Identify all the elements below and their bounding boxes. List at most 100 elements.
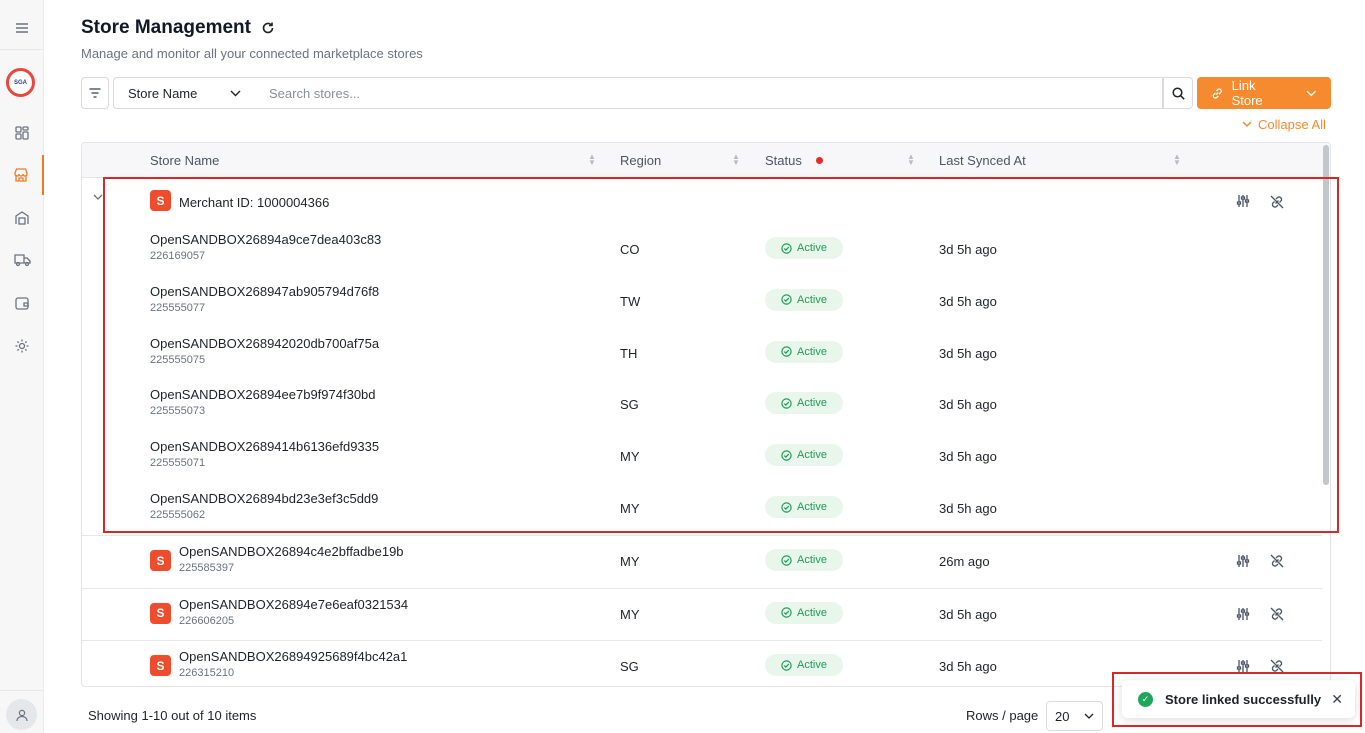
column-header-region[interactable]: Region <box>620 143 661 178</box>
sidebar-divider <box>0 690 44 691</box>
refresh-icon[interactable] <box>261 21 275 35</box>
check-circle-icon: ✓ <box>1138 691 1153 707</box>
store-name: OpenSANDBOX26894a9ce7dea403c83 <box>150 232 382 247</box>
table-row[interactable]: OpenSANDBOX26894ee7b9f974f30bd 225555073 S… <box>82 379 1322 431</box>
store-id: 226315210 <box>179 667 235 679</box>
last-synced: 3d 5h ago <box>939 293 997 309</box>
chevron-down-icon <box>230 90 241 96</box>
settings-sliders-icon[interactable] <box>1236 607 1250 621</box>
store-name: OpenSANDBOX26894e7e6eaf0321534 <box>179 596 409 612</box>
shopee-icon: S <box>150 602 171 624</box>
chevron-down-icon <box>1084 713 1094 719</box>
store-region: TW <box>620 293 641 309</box>
column-header-status[interactable]: Status <box>765 143 823 178</box>
column-header-store-name[interactable]: Store Name <box>150 143 219 178</box>
last-synced: 26m ago <box>939 554 990 569</box>
table-row[interactable]: OpenSANDBOX26894bd23e3ef3c5dd9 225555062 M… <box>82 483 1322 535</box>
settings-sliders-icon[interactable] <box>1236 554 1250 568</box>
column-header-last-synced[interactable]: Last Synced At <box>939 143 1026 178</box>
status-label: Active <box>797 501 827 513</box>
table-row[interactable]: OpenSANDBOX268947ab905794d76f8 225555077 T… <box>82 276 1322 328</box>
status-badge: Active <box>765 549 843 571</box>
unlink-icon[interactable] <box>1269 553 1285 569</box>
wallet-icon[interactable] <box>0 283 44 323</box>
table-header: Store Name ▲ ▼ Region ▲ ▼ Status ▲ ▼ Last S… <box>82 143 1330 178</box>
search-icon <box>1171 86 1185 100</box>
check-circle-icon <box>781 554 792 566</box>
check-circle-icon <box>781 242 792 254</box>
store-id: 225555073 <box>150 405 206 418</box>
column-label: Last Synced At <box>939 153 1026 168</box>
table-row[interactable]: OpenSANDBOX2689414b6136efd9335 225555071 M… <box>82 431 1322 483</box>
store-name: OpenSANDBOX26894ee7b9f974f30bd <box>150 387 376 403</box>
truck-icon[interactable] <box>0 240 44 280</box>
store-name: OpenSANDBOX26894bd23e3ef3c5dd9 <box>150 491 379 506</box>
status-badge: Active <box>765 444 843 467</box>
status-label: Active <box>797 293 827 306</box>
warehouse-icon[interactable] <box>0 198 44 238</box>
table-row[interactable]: OpenSANDBOX26894a9ce7dea403c83 226169057 C… <box>82 224 1322 276</box>
store-name: OpenSANDBOX26894c4e2bffadbe19b <box>179 544 404 559</box>
filter-button[interactable] <box>81 77 109 109</box>
page-title: Store Management <box>81 17 275 39</box>
status-label: Active <box>797 345 827 358</box>
menu-icon[interactable] <box>0 8 44 48</box>
store-region: SG <box>620 397 639 413</box>
last-synced: 3d 5h ago <box>939 242 997 257</box>
store-name: OpenSANDBOX268942020db700af75a <box>150 335 380 351</box>
store-region: MY <box>620 501 640 516</box>
logo[interactable]: SGA <box>6 68 35 97</box>
shopee-icon: S <box>150 190 171 211</box>
sort-icon[interactable]: ▲ ▼ <box>907 153 915 167</box>
collapse-all-button[interactable]: Collapse All <box>1242 117 1326 132</box>
gear-icon[interactable] <box>0 326 44 366</box>
rows-per-page-select[interactable]: 20 <box>1046 701 1103 731</box>
store-id: 225555077 <box>150 301 206 314</box>
toast-notification: ✓ Store linked successfully ✕ <box>1122 680 1355 718</box>
close-icon[interactable]: ✕ <box>1331 691 1343 708</box>
sidebar: SGA <box>0 0 44 733</box>
store-icon[interactable] <box>0 155 44 195</box>
sort-icon[interactable]: ▲ ▼ <box>588 153 596 167</box>
table-row[interactable]: S OpenSANDBOX26894c4e2bffadbe19b 225585397… <box>82 535 1322 587</box>
check-circle-icon <box>781 398 792 409</box>
filter-icon <box>89 88 101 98</box>
page-title-text: Store Management <box>81 17 251 38</box>
store-region: MY <box>620 606 640 622</box>
column-label: Region <box>620 153 662 168</box>
store-id: 226169057 <box>150 250 206 262</box>
dashboard-icon[interactable] <box>0 113 44 153</box>
link-icon <box>1212 87 1222 99</box>
store-region: SG <box>620 659 639 674</box>
sort-icon[interactable]: ▲ ▼ <box>732 153 740 167</box>
scrollbar-thumb[interactable] <box>1323 145 1329 485</box>
status-badge: Active <box>765 654 843 676</box>
link-store-button[interactable]: Link Store <box>1197 77 1331 109</box>
check-circle-icon <box>781 294 792 305</box>
shopee-icon: S <box>150 550 171 571</box>
table-row[interactable]: S OpenSANDBOX26894e7e6eaf0321534 226606205… <box>82 587 1322 640</box>
status-badge: Active <box>765 601 843 624</box>
check-circle-icon <box>781 449 792 461</box>
search-input[interactable] <box>255 77 1163 109</box>
unlink-icon[interactable] <box>1269 194 1285 210</box>
status-filter-indicator <box>815 157 823 164</box>
table-row[interactable]: OpenSANDBOX268942020db700af75a 225555075 T… <box>82 328 1322 380</box>
store-id: 226606205 <box>179 614 235 627</box>
status-label: Active <box>797 397 827 410</box>
user-icon[interactable] <box>6 699 37 730</box>
chevron-down-icon[interactable] <box>93 194 103 201</box>
merchant-group-row[interactable]: S Merchant ID: 1000004366 <box>82 178 1322 224</box>
settings-sliders-icon[interactable] <box>1236 194 1250 208</box>
status-label: Active <box>797 554 827 566</box>
link-store-label: Link Store <box>1231 78 1263 108</box>
settings-sliders-icon[interactable] <box>1236 659 1250 673</box>
status-badge: Active <box>765 288 843 311</box>
search-button[interactable] <box>1163 77 1193 109</box>
check-circle-icon <box>781 501 792 513</box>
unlink-icon[interactable] <box>1269 606 1285 622</box>
rows-per-page-value: 20 <box>1055 708 1070 724</box>
sidebar-divider <box>0 49 44 50</box>
search-field-select[interactable]: Store Name <box>113 77 256 109</box>
sort-icon[interactable]: ▲ ▼ <box>1173 153 1181 167</box>
